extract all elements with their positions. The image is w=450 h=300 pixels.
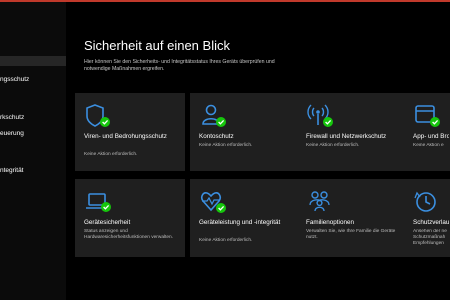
sidebar-item-virus-protection[interactable]: ngsschutz [0,76,29,83]
card-virus-protection[interactable]: Viren- und Bedrohungsschutz Keine Aktion… [75,93,185,171]
card-status: Ansehen der ne Schutzmaßnah Empfehlungen [413,229,447,247]
card-title: Viren- und Bedrohungsschutz [84,133,167,140]
card-title: Familienoptionen [306,219,354,226]
card-device-performance[interactable]: Geräteleistung und -integrität Keine Akt… [190,179,300,257]
main-content: Sicherheit auf einen Blick Hier können S… [66,2,450,300]
card-title: Kontoschutz [199,133,234,140]
card-app-browser-control[interactable]: App- und Bro Keine Aktion e [404,93,450,171]
sidebar-item-app-control[interactable]: euerung [0,130,24,137]
sidebar: ngsschutz rkschutz euerung ntegrität [0,2,66,300]
page-subtitle: Hier können Sie den Sicherheits- und Int… [84,59,275,72]
card-title: Geräteleistung und -integrität [199,219,281,226]
card-status: Keine Aktion erforderlich. [306,143,360,148]
app-window-icon [415,105,440,127]
card-family-options[interactable]: Familienoptionen Verwalten Sie, wie Ihre… [297,179,407,257]
card-status: Keine Aktion e [413,143,444,148]
card-status: Keine Aktion erforderlich. [84,152,138,157]
family-icon [309,191,330,212]
card-title: App- und Bro [413,133,449,140]
laptop-icon [86,193,111,212]
card-title: Firewall und Netzwerkschutz [306,133,387,140]
page-title: Sicherheit auf einen Blick [84,38,230,53]
sidebar-item-network-protection[interactable]: rkschutz [0,114,24,121]
shield-icon [86,104,110,127]
history-icon [414,191,436,212]
card-protection-history[interactable]: Schutzverlau Ansehen der ne Schutzmaßnah… [404,179,450,257]
sidebar-item-active[interactable] [0,56,66,66]
heart-pulse-icon [200,192,226,213]
card-device-security[interactable]: Gerätesicherheit Status anzeigen und Har… [75,179,185,257]
card-status: Status anzeigen und Hardwaresicherheitsf… [84,229,174,241]
sidebar-item-device-performance[interactable]: ntegrität [0,167,24,174]
card-firewall[interactable]: Firewall und Netzwerkschutz Keine Aktion… [297,93,407,171]
card-account-protection[interactable]: Kontoschutz Keine Aktion erforderlich. [190,93,300,171]
card-status: Verwalten Sie, wie Ihre Familie die Gerä… [306,229,396,241]
card-status: Keine Aktion erforderlich. [199,238,253,243]
wireless-icon [307,104,333,127]
card-title: Schutzverlau [413,219,449,226]
person-icon [202,104,226,127]
card-status: Keine Aktion erforderlich. [199,143,253,148]
card-title: Gerätesicherheit [84,219,131,226]
